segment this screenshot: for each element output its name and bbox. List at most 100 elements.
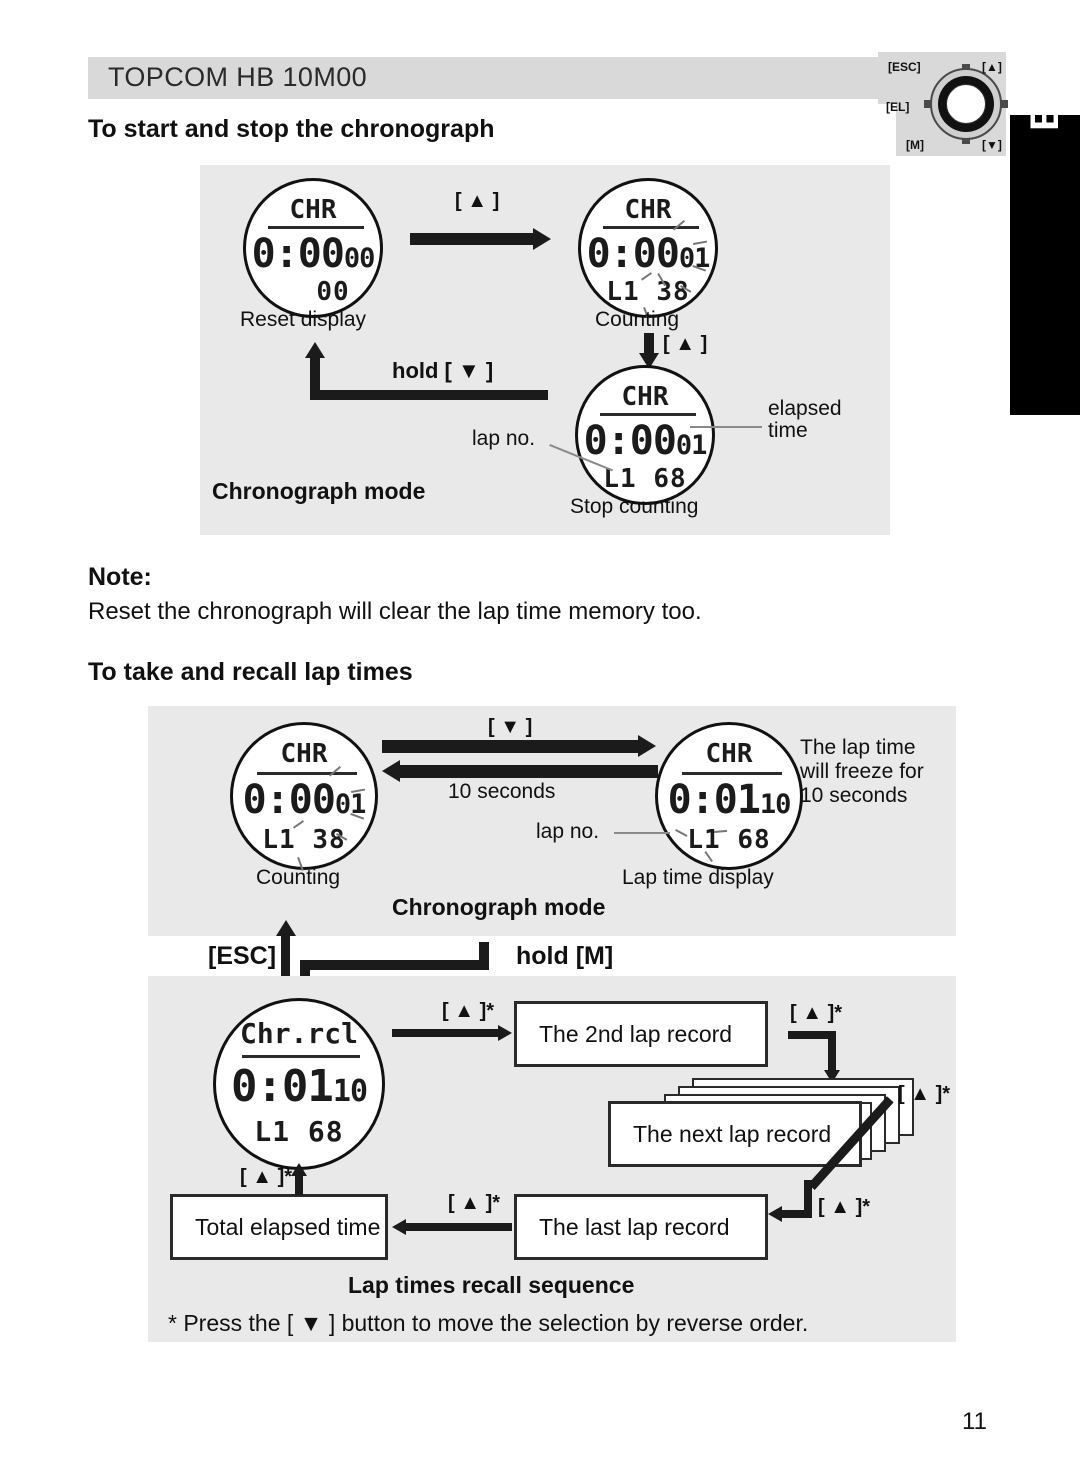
arrow-last-to-total-shaft	[406, 1223, 512, 1231]
return-path-vertical	[310, 358, 320, 394]
arrow-last-to-total-head	[392, 1219, 406, 1235]
watch-face-counting: CHR 0:0001 L1 38	[578, 178, 718, 319]
arrow-to-last-head	[768, 1206, 782, 1222]
button-hint-up-star-4: [ ▲ ]*	[818, 1196, 871, 1218]
watch-face-reset-display: CHR 0:0000 00	[243, 178, 383, 318]
button-hint-up-star-6: [ ▲ ]*	[240, 1166, 293, 1188]
bezel-el-label[interactable]: [EL]	[886, 100, 909, 114]
label-chronograph-mode-2: Chronograph mode	[392, 894, 606, 920]
note-label: Note:	[88, 563, 152, 591]
label-freeze-line1: The lap time	[800, 736, 916, 759]
esc-arrow-head	[276, 920, 296, 936]
lcd-main-time: 0:0110	[216, 1061, 382, 1112]
lcd-main-time: 0:0110	[658, 777, 800, 823]
page-number: 11	[962, 1408, 987, 1435]
language-tab-label: ENGLISH	[1022, 0, 1067, 131]
hold-m-path-horizontal	[300, 960, 489, 970]
heading-start-stop-chronograph: To start and stop the chronograph	[88, 115, 495, 143]
caption-lap-time-display: Lap time display	[622, 866, 774, 889]
box-next-lap-record-label: The next lap record	[633, 1120, 832, 1147]
box-next-lap-record: The next lap record	[608, 1101, 862, 1167]
button-hint-up-star-3: [ ▲ ]*	[898, 1083, 951, 1105]
lcd-sub-line: L1 38	[606, 277, 690, 307]
label-freeze-line2: will freeze for	[800, 760, 924, 783]
lcd-main-hundredths: 01	[334, 789, 367, 820]
leader-elapsed-time	[690, 426, 762, 428]
watch-bezel-diagram: [ESC] [▲] [EL] [M] [▼]	[878, 52, 1008, 156]
lcd-divider	[257, 772, 357, 775]
label-lap-no-1: lap no.	[472, 427, 536, 450]
lcd-sub-line: L1 38	[262, 825, 346, 855]
lcd-main-value: 0:00	[242, 777, 336, 823]
label-lap-times-recall-sequence: Lap times recall sequence	[348, 1272, 635, 1298]
caption-reset-display: Reset display	[240, 308, 367, 331]
box-2nd-lap-record-label: The 2nd lap record	[539, 1020, 733, 1047]
lcd-main-time: 0:0000	[246, 231, 380, 277]
lcd-mode-chr: CHR	[624, 195, 672, 225]
footnote-reverse-order: * Press the [ ▼ ] button to move the sel…	[168, 1310, 809, 1336]
button-hint-up-star-5: [ ▲ ]*	[448, 1192, 501, 1214]
heading-take-recall-lap-times: To take and recall lap times	[88, 658, 413, 686]
arrow-counting-to-stop-shaft	[644, 333, 654, 355]
button-hint-hold-down: hold [ ▼ ]	[392, 358, 494, 383]
bezel-up-label[interactable]: [▲]	[982, 60, 1002, 74]
lcd-main-value: 0:00	[251, 231, 345, 277]
arrow-back-head	[382, 760, 400, 782]
label-chronograph-mode-1: Chronograph mode	[212, 478, 426, 504]
lcd-divider	[600, 413, 696, 416]
arrow-to-last-vertical	[804, 1180, 812, 1214]
lcd-divider	[242, 1055, 360, 1058]
watch-face-chr-recall: Chr.rcl 0:0110 L1 68	[213, 998, 385, 1170]
button-hint-up-star-1: [ ▲ ]*	[442, 1000, 495, 1022]
lcd-main-hundredths: 10	[759, 789, 792, 820]
arrow-to-2nd-head	[498, 1025, 512, 1041]
lcd-sub-line: L1 68	[603, 464, 687, 494]
button-hint-up-1: [ ▲ ]	[455, 190, 500, 212]
arrow-reset-to-counting-shaft	[410, 233, 535, 245]
lcd-mode-chr: CHR	[621, 382, 669, 412]
button-hint-up-star-2: [ ▲ ]*	[790, 1002, 843, 1024]
caption-counting-2: Counting	[256, 866, 341, 889]
leader-lap-no-2	[614, 832, 670, 834]
lcd-sub-line: L1 68	[254, 1115, 344, 1148]
arrow-total-to-watch-head	[291, 1163, 307, 1176]
box-last-lap-record-label: The last lap record	[539, 1213, 730, 1240]
box-2nd-lap-record: The 2nd lap record	[514, 1001, 768, 1067]
lcd-main-value: 0:01	[230, 1061, 334, 1112]
bezel-down-label[interactable]: [▼]	[982, 138, 1002, 152]
bezel-m-label[interactable]: [M]	[906, 138, 924, 152]
lcd-main-value: 0:00	[586, 231, 680, 277]
return-path-horizontal	[310, 390, 548, 400]
lcd-main-value: 0:00	[583, 418, 677, 464]
lcd-mode-chr: CHR	[705, 739, 753, 769]
box-total-elapsed-time-label: Total elapsed time	[195, 1213, 381, 1240]
label-hold-m: hold [M]	[516, 942, 614, 970]
return-path-head	[305, 342, 325, 358]
bezel-esc-label[interactable]: [ESC]	[888, 60, 921, 74]
label-freeze-line3: 10 seconds	[800, 784, 908, 807]
label-esc-transition: [ESC]	[208, 942, 277, 970]
lcd-main-hundredths: 00	[343, 243, 376, 274]
arrow-back-shaft	[400, 765, 658, 778]
caption-counting: Counting	[595, 308, 680, 331]
lcd-mode-chr-rcl: Chr.rcl	[239, 1017, 358, 1050]
watch-face-counting-2: CHR 0:0001 L1 38	[230, 722, 378, 871]
bezel-screen-hole	[946, 84, 986, 124]
lcd-main-hundredths: 01	[675, 430, 708, 461]
lcd-main-value: 0:01	[667, 777, 761, 823]
lcd-main-hundredths: 10	[332, 1074, 368, 1109]
lcd-divider	[268, 226, 364, 229]
lcd-mode-chr: CHR	[280, 739, 328, 769]
arrow-to-last-horizontal	[782, 1210, 812, 1218]
watch-face-stop-counting: CHR 0:0001 L1 68	[575, 365, 715, 505]
box-last-lap-record: The last lap record	[514, 1194, 768, 1260]
label-elapsed-time-line1: elapsed	[768, 397, 842, 420]
lcd-divider	[682, 772, 782, 775]
arrow-total-to-watch-shaft	[295, 1175, 303, 1195]
arrow-forward-shaft	[382, 740, 640, 753]
arrow-to-2nd-shaft	[392, 1029, 500, 1037]
caption-stop-counting: Stop counting	[570, 495, 699, 518]
button-hint-down: [ ▼ ]	[488, 716, 533, 738]
arrow-reset-to-counting-head	[533, 228, 551, 250]
box-total-elapsed-time: Total elapsed time	[170, 1194, 388, 1260]
